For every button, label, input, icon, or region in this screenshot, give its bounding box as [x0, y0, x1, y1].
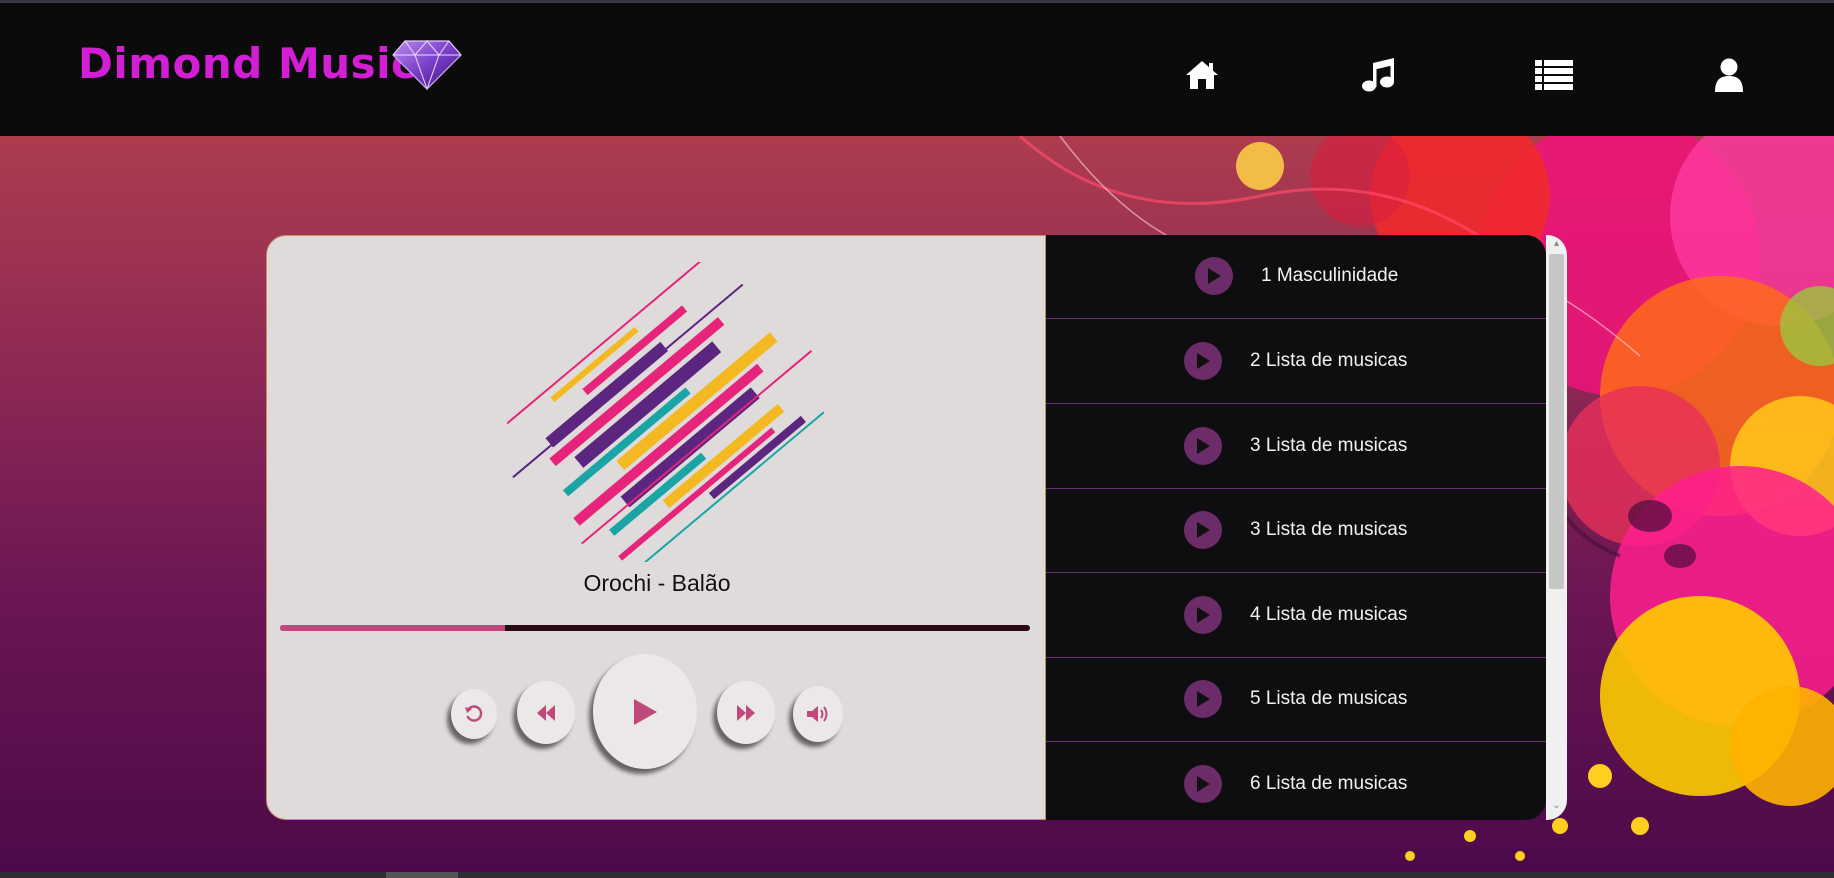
home-icon: [1186, 61, 1218, 89]
music-note-icon: [1362, 58, 1394, 92]
track-play-button[interactable]: [1184, 680, 1222, 718]
playlist-item[interactable]: 2 Lista de musicas: [1046, 320, 1546, 404]
rewind-button[interactable]: [517, 681, 575, 744]
track-label: 4 Lista de musicas: [1250, 604, 1408, 625]
track-label: 3 Lista de musicas: [1250, 435, 1408, 456]
replay-icon: [465, 705, 483, 722]
album-cover-art: [507, 262, 825, 562]
track-play-button[interactable]: [1184, 511, 1222, 549]
fast-forward-icon: [737, 704, 755, 721]
play-button[interactable]: [593, 654, 697, 769]
player-card: Orochi - Balão: [266, 235, 1046, 820]
diamond-logo-icon: [392, 40, 462, 91]
play-icon: [1197, 607, 1210, 623]
play-icon: [1208, 268, 1221, 284]
progress-fill: [280, 625, 505, 631]
track-play-button[interactable]: [1184, 596, 1222, 634]
play-icon: [1197, 438, 1210, 454]
window-bottom-strip: [0, 872, 1834, 878]
nav-music-button[interactable]: [1356, 55, 1400, 95]
play-icon: [634, 698, 657, 725]
track-label: 3 Lista de musicas: [1250, 519, 1408, 540]
play-icon: [1197, 776, 1210, 792]
progress-bar[interactable]: [280, 625, 1030, 631]
nav-home-button[interactable]: [1180, 55, 1224, 95]
play-icon: [1197, 522, 1210, 538]
track-label: 6 Lista de musicas: [1250, 773, 1408, 794]
list-icon: [1535, 60, 1573, 90]
brand-title[interactable]: Dimond Music: [78, 39, 416, 88]
playlist-item[interactable]: 1 Masculinidade: [1046, 235, 1546, 319]
volume-button[interactable]: [793, 686, 843, 742]
horizontal-scroll-thumb[interactable]: [386, 872, 458, 878]
user-icon: [1715, 58, 1743, 92]
track-label: 2 Lista de musicas: [1250, 350, 1408, 371]
track-label: 5 Lista de musicas: [1250, 688, 1408, 709]
play-icon: [1197, 691, 1210, 707]
playlist-item[interactable]: 4 Lista de musicas: [1046, 574, 1546, 658]
playlist-item[interactable]: 6 Lista de musicas: [1046, 743, 1546, 820]
scrollbar-thumb[interactable]: [1549, 254, 1564, 589]
playlist-panel: 1 Masculinidade 2 Lista de musicas 3 Lis…: [1046, 235, 1546, 820]
track-play-button[interactable]: [1184, 765, 1222, 803]
playlist-item[interactable]: 3 Lista de musicas: [1046, 489, 1546, 573]
play-icon: [1197, 353, 1210, 369]
navbar: Dimond Music: [0, 3, 1834, 136]
track-play-button[interactable]: [1195, 257, 1233, 295]
track-play-button[interactable]: [1184, 342, 1222, 380]
track-play-button[interactable]: [1184, 427, 1222, 465]
nav-list-button[interactable]: [1532, 55, 1576, 95]
song-title: Orochi - Balão: [583, 570, 731, 596]
volume-icon: [807, 706, 828, 722]
rewind-icon: [537, 704, 555, 721]
nav-user-button[interactable]: [1707, 55, 1751, 95]
playlist-item[interactable]: 5 Lista de musicas: [1046, 658, 1546, 742]
replay-button[interactable]: [451, 689, 497, 739]
playlist-item[interactable]: 3 Lista de musicas: [1046, 405, 1546, 489]
scroll-up-arrow-icon[interactable]: ▴: [1549, 238, 1564, 249]
scroll-down-arrow-icon[interactable]: ⌄: [1549, 800, 1564, 811]
fast-forward-button[interactable]: [717, 681, 775, 744]
track-label: 1 Masculinidade: [1261, 265, 1399, 286]
